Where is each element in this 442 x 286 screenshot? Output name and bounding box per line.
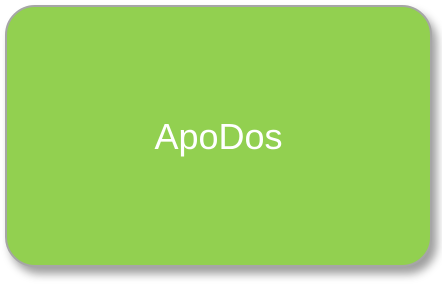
node-label: ApoDos bbox=[154, 116, 283, 157]
apodos-node: ApoDos bbox=[5, 5, 432, 267]
